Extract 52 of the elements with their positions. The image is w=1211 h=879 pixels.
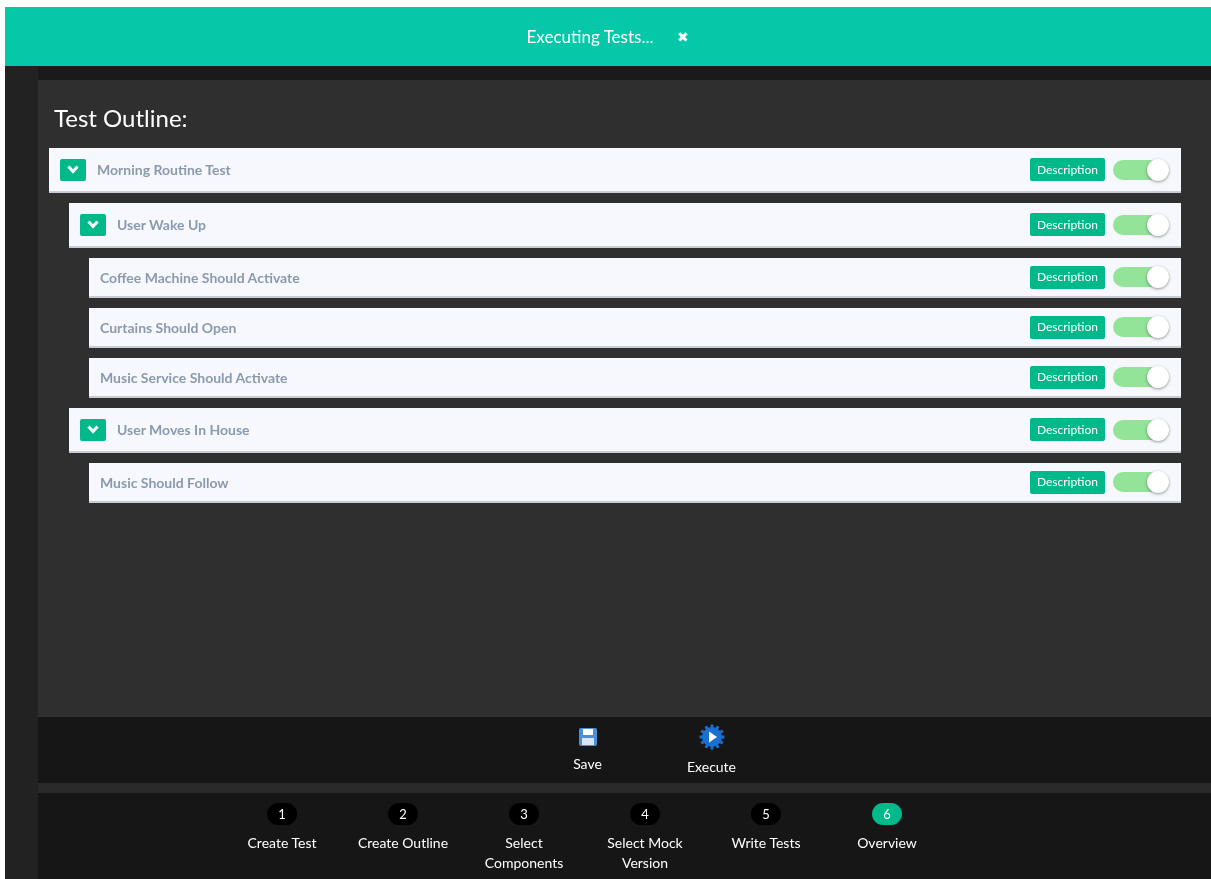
row-label: User Moves In House: [117, 420, 250, 440]
outline-row[interactable]: Music Should Follow Description: [89, 463, 1181, 503]
step-tab[interactable]: 1 Create Test: [221, 803, 343, 853]
step-tab[interactable]: 2 Create Outline: [342, 803, 464, 853]
outline-row[interactable]: Coffee Machine Should Activate Description: [89, 258, 1181, 298]
outline-row[interactable]: Morning Routine Test Description: [49, 148, 1181, 193]
step-number: 2: [388, 803, 418, 825]
row-label: Morning Routine Test: [97, 160, 231, 180]
step-number: 6: [872, 803, 902, 825]
description-button[interactable]: Description: [1029, 158, 1105, 181]
expand-button[interactable]: [60, 158, 86, 181]
toggle-switch[interactable]: [1113, 159, 1169, 180]
row-label: Coffee Machine Should Activate: [100, 267, 300, 288]
expand-button[interactable]: [80, 418, 106, 441]
description-button[interactable]: Description: [1029, 315, 1105, 339]
close-button[interactable]: ✖: [677, 26, 690, 47]
outline-row[interactable]: User Moves In House Description: [69, 408, 1181, 453]
section-title: Test Outline:: [53, 102, 189, 134]
step-tab[interactable]: 4 Select Mock Version: [584, 803, 706, 873]
play-gear-icon: [698, 723, 725, 750]
expand-button[interactable]: [80, 213, 106, 236]
chevron-icon: [87, 425, 99, 434]
toggle-switch[interactable]: [1113, 419, 1169, 440]
step-tab[interactable]: 3 Select Components: [463, 803, 585, 873]
toggle-switch[interactable]: [1113, 267, 1169, 287]
description-button[interactable]: Description: [1029, 365, 1105, 389]
outline-row[interactable]: Curtains Should Open Description: [89, 308, 1181, 348]
description-button[interactable]: Description: [1029, 418, 1105, 441]
step-number: 1: [267, 803, 297, 825]
toggle-switch[interactable]: [1113, 214, 1169, 235]
step-tab[interactable]: 6 Overview: [826, 803, 948, 853]
step-number: 3: [509, 803, 539, 825]
toggle-switch[interactable]: [1113, 317, 1169, 337]
step-tab[interactable]: 5 Write Tests: [705, 803, 827, 853]
toolbar-button[interactable]: Execute: [679, 723, 744, 777]
outline-row[interactable]: Music Service Should Activate Description: [89, 358, 1181, 398]
toolbar-button[interactable]: Save: [555, 726, 620, 774]
description-button[interactable]: Description: [1029, 470, 1105, 494]
step-number: 5: [751, 803, 781, 825]
chevron-icon: [87, 220, 99, 229]
outline-row[interactable]: User Wake Up Description: [69, 203, 1181, 248]
step-number: 4: [630, 803, 660, 825]
row-label: Music Service Should Activate: [100, 367, 288, 388]
description-button[interactable]: Description: [1029, 213, 1105, 236]
row-label: User Wake Up: [117, 215, 207, 235]
chevron-icon: [67, 165, 79, 174]
toggle-switch[interactable]: [1113, 472, 1169, 492]
row-label: Curtains Should Open: [100, 317, 237, 338]
banner-title: Executing Tests...: [526, 24, 654, 49]
toggle-switch[interactable]: [1113, 367, 1169, 387]
description-button[interactable]: Description: [1029, 265, 1105, 289]
row-label: Music Should Follow: [100, 472, 229, 493]
